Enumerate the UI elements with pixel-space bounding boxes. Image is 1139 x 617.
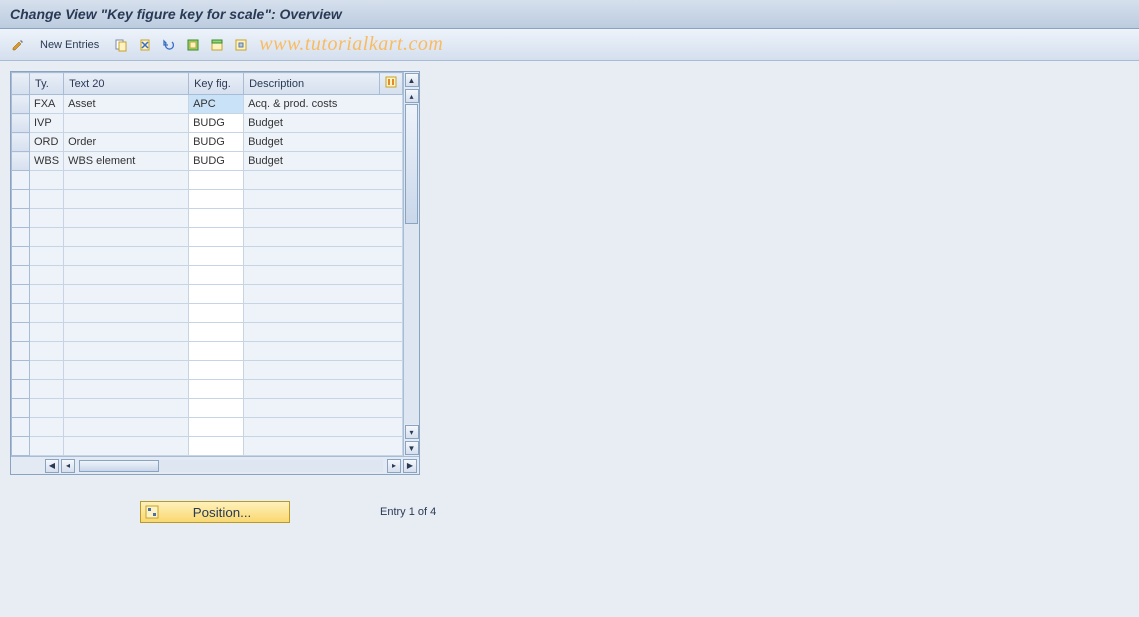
cell-keyfig[interactable] bbox=[189, 95, 244, 114]
row-selector[interactable] bbox=[12, 342, 30, 361]
row-selector[interactable] bbox=[12, 228, 30, 247]
cell-keyfig[interactable] bbox=[189, 114, 244, 133]
table-row[interactable]: FXAAsset Acq. & prod. costs bbox=[12, 95, 403, 114]
table-row-empty bbox=[12, 361, 403, 380]
cell-text20 bbox=[64, 114, 189, 133]
row-selector[interactable] bbox=[12, 114, 30, 133]
row-selector[interactable] bbox=[12, 95, 30, 114]
toolbar: New Entries www.tutorialkart.com bbox=[0, 29, 1139, 61]
col-header-desc[interactable]: Description bbox=[244, 73, 380, 95]
table-row[interactable]: ORDOrder Budget bbox=[12, 133, 403, 152]
cell-desc: Acq. & prod. costs bbox=[244, 95, 403, 114]
row-selector[interactable] bbox=[12, 152, 30, 171]
row-selector[interactable] bbox=[12, 399, 30, 418]
table-row-empty bbox=[12, 171, 403, 190]
row-selector[interactable] bbox=[12, 190, 30, 209]
scroll-first-icon[interactable]: ◀ bbox=[45, 459, 59, 473]
select-all-corner[interactable] bbox=[12, 73, 30, 95]
table-row-empty bbox=[12, 304, 403, 323]
row-selector[interactable] bbox=[12, 361, 30, 380]
row-selector[interactable] bbox=[12, 247, 30, 266]
col-header-ty[interactable]: Ty. bbox=[30, 73, 64, 95]
table-row-empty bbox=[12, 209, 403, 228]
scroll-left-icon[interactable]: ◂ bbox=[61, 459, 75, 473]
cell-keyfig[interactable] bbox=[189, 152, 244, 171]
data-grid: Ty. Text 20 Key fig. Description FXAAsse… bbox=[10, 71, 420, 475]
table-row-empty bbox=[12, 342, 403, 361]
horizontal-scrollbar[interactable]: ◀ ◂ ▸ ▶ bbox=[11, 456, 419, 474]
position-button[interactable]: Position... bbox=[140, 501, 290, 523]
scroll-right-icon[interactable]: ▸ bbox=[387, 459, 401, 473]
scroll-last-icon[interactable]: ▶ bbox=[403, 459, 417, 473]
row-selector[interactable] bbox=[12, 285, 30, 304]
delete-icon[interactable] bbox=[135, 35, 155, 55]
table-row-empty bbox=[12, 380, 403, 399]
toggle-display-change-icon[interactable] bbox=[8, 35, 28, 55]
scroll-bottom-icon[interactable]: ▼ bbox=[405, 441, 419, 455]
scroll-thumb[interactable] bbox=[405, 104, 418, 224]
table-row-empty bbox=[12, 399, 403, 418]
scroll-down-icon[interactable]: ▾ bbox=[405, 425, 419, 439]
row-selector[interactable] bbox=[12, 380, 30, 399]
vertical-scrollbar[interactable]: ▲ ▴ ▾ ▼ bbox=[403, 72, 419, 456]
copy-as-icon[interactable] bbox=[111, 35, 131, 55]
scroll-up-icon[interactable]: ▴ bbox=[405, 89, 419, 103]
cell-ty: IVP bbox=[30, 114, 64, 133]
table-row[interactable]: IVP Budget bbox=[12, 114, 403, 133]
keyfig-input[interactable] bbox=[193, 136, 239, 148]
table-row-empty bbox=[12, 285, 403, 304]
cell-keyfig[interactable] bbox=[189, 133, 244, 152]
cell-desc: Budget bbox=[244, 133, 403, 152]
row-selector[interactable] bbox=[12, 437, 30, 456]
row-selector[interactable] bbox=[12, 266, 30, 285]
table-row[interactable]: WBSWBS element Budget bbox=[12, 152, 403, 171]
watermark-text: www.tutorialkart.com bbox=[259, 33, 443, 56]
cell-desc: Budget bbox=[244, 114, 403, 133]
position-label: Position... bbox=[165, 505, 279, 520]
table-row-empty bbox=[12, 266, 403, 285]
row-selector[interactable] bbox=[12, 209, 30, 228]
entry-count-text: Entry 1 of 4 bbox=[380, 506, 436, 518]
select-block-icon[interactable] bbox=[207, 35, 227, 55]
table-row-empty bbox=[12, 247, 403, 266]
keyfig-input[interactable] bbox=[193, 117, 239, 129]
row-selector[interactable] bbox=[12, 304, 30, 323]
col-header-text20[interactable]: Text 20 bbox=[64, 73, 189, 95]
position-icon bbox=[145, 505, 159, 519]
cell-ty: FXA bbox=[30, 95, 64, 114]
table-row-empty bbox=[12, 228, 403, 247]
cell-text20: Asset bbox=[64, 95, 189, 114]
table-row-empty bbox=[12, 437, 403, 456]
col-header-keyfig[interactable]: Key fig. bbox=[189, 73, 244, 95]
cell-ty: ORD bbox=[30, 133, 64, 152]
keyfig-input[interactable] bbox=[193, 98, 239, 110]
row-selector[interactable] bbox=[12, 418, 30, 437]
table-row-empty bbox=[12, 190, 403, 209]
cell-text20: WBS element bbox=[64, 152, 189, 171]
page-title: Change View "Key figure key for scale": … bbox=[0, 0, 1139, 29]
table-row-empty bbox=[12, 323, 403, 342]
scroll-top-icon[interactable]: ▲ bbox=[405, 73, 419, 87]
row-selector[interactable] bbox=[12, 171, 30, 190]
hscroll-thumb[interactable] bbox=[79, 460, 159, 472]
table-row-empty bbox=[12, 418, 403, 437]
cell-ty: WBS bbox=[30, 152, 64, 171]
select-all-icon[interactable] bbox=[183, 35, 203, 55]
row-selector[interactable] bbox=[12, 133, 30, 152]
table-config-button[interactable] bbox=[380, 73, 403, 95]
deselect-all-icon[interactable] bbox=[231, 35, 251, 55]
cell-desc: Budget bbox=[244, 152, 403, 171]
keyfig-input[interactable] bbox=[193, 155, 239, 167]
cell-text20: Order bbox=[64, 133, 189, 152]
new-entries-button[interactable]: New Entries bbox=[32, 36, 107, 54]
row-selector[interactable] bbox=[12, 323, 30, 342]
undo-icon[interactable] bbox=[159, 35, 179, 55]
